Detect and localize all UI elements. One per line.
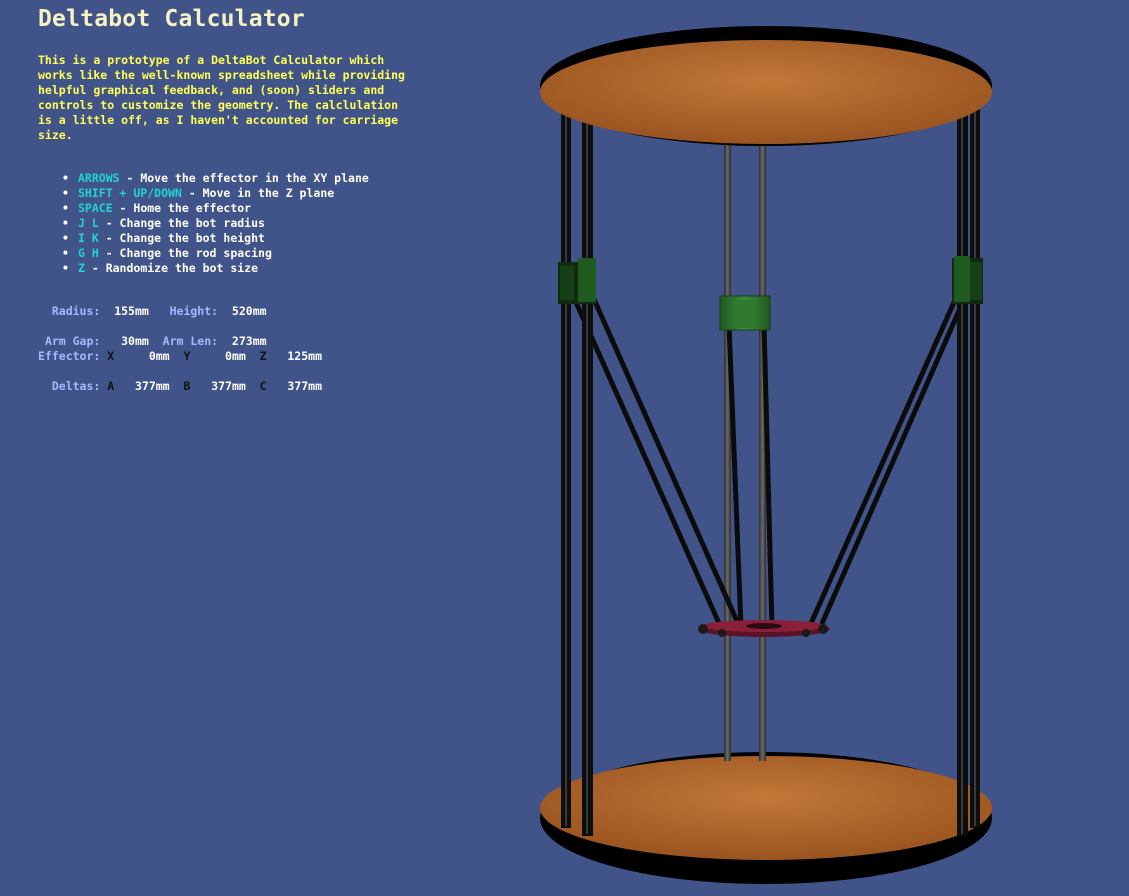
left-carriage (558, 258, 596, 304)
top-platform (540, 26, 992, 146)
right-tower (957, 68, 980, 836)
left-tower (561, 68, 593, 836)
deltabot-3d-viewport[interactable] (0, 0, 1129, 896)
bottom-platform (540, 752, 992, 884)
right-carriage (952, 256, 983, 304)
effector-platform (698, 620, 830, 637)
right-arms (805, 294, 968, 633)
left-arms (572, 294, 743, 633)
back-carriage (719, 295, 771, 331)
back-tower (724, 145, 766, 761)
